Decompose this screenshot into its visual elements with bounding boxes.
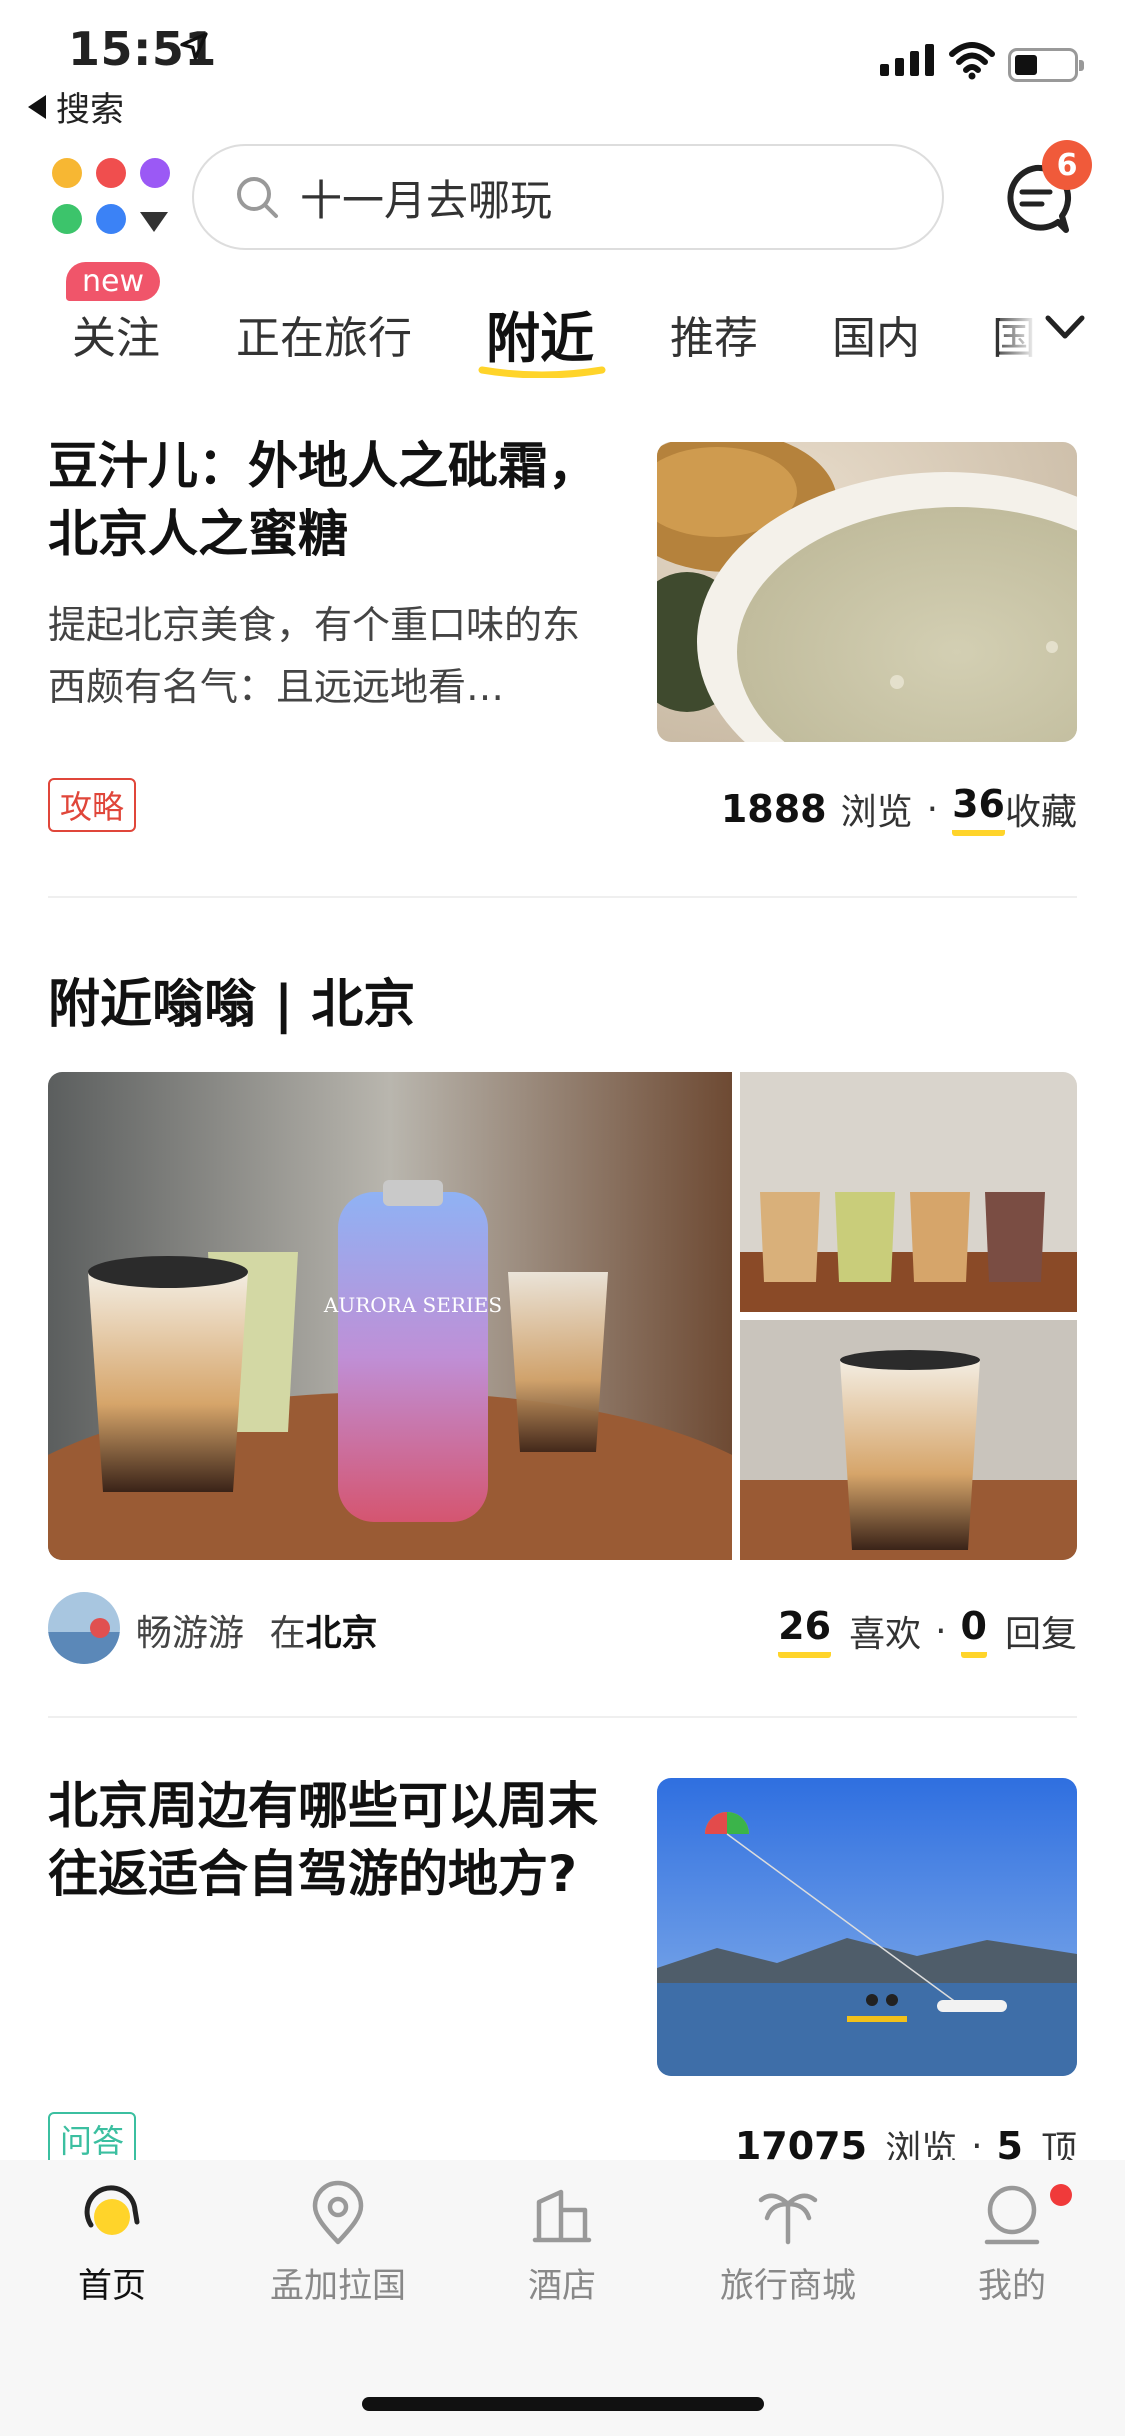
search-input[interactable]: 十一月去哪玩: [192, 144, 944, 250]
home-icon: [84, 2185, 140, 2235]
wifi-icon: [949, 42, 995, 80]
profile-icon: [984, 2185, 1040, 2245]
nav-shop[interactable]: 旅行商城: [688, 2180, 888, 2307]
back-arrow-icon: [28, 94, 46, 119]
apps-menu-button[interactable]: [52, 158, 172, 238]
views-label: 浏览: [840, 792, 913, 833]
likes-count[interactable]: 26: [778, 1604, 832, 1658]
post-stats: 26 喜欢 · 0 回复: [778, 1604, 1077, 1658]
app-dot: [140, 158, 170, 188]
notification-dot: [1050, 2184, 1072, 2206]
guide-tag: 攻略: [48, 778, 137, 832]
separator: ·: [935, 1610, 947, 1652]
nav-label: 首页: [78, 2266, 146, 2306]
app-dot: [52, 204, 82, 234]
nav-profile[interactable]: 我的: [912, 2180, 1112, 2307]
nav-destination[interactable]: 孟加拉国: [238, 2180, 438, 2307]
palm-tree-icon: [758, 2193, 818, 2245]
in-label: 在: [269, 1613, 306, 1654]
app-dot: [96, 204, 126, 234]
author-avatar[interactable]: [48, 1592, 120, 1664]
article-stats: 1888 浏览 · 36 收藏: [721, 782, 1077, 836]
favorites-label: 收藏: [1004, 792, 1077, 833]
nav-label: 酒店: [528, 2266, 596, 2306]
replies-label: 回复: [1004, 1614, 1077, 1655]
likes-label: 喜欢: [849, 1614, 922, 1655]
back-to-search[interactable]: 搜索: [28, 82, 124, 131]
author-city[interactable]: 北京: [305, 1613, 377, 1654]
bubble-tea-main-photo[interactable]: AURORA SERIES: [48, 1072, 732, 1560]
tab-domestic[interactable]: 国内: [832, 302, 920, 366]
divider: [48, 896, 1077, 898]
parasailing-lake-image[interactable]: [657, 1778, 1077, 2076]
home-indicator[interactable]: [362, 2397, 764, 2411]
new-badge: new: [66, 262, 161, 301]
douzhi-soup-image[interactable]: [657, 442, 1077, 742]
cellular-signal-icon: [880, 44, 934, 76]
nav-home[interactable]: 首页: [12, 2180, 212, 2307]
dropdown-triangle-icon: [140, 212, 168, 232]
author-name[interactable]: 畅游游: [136, 1613, 244, 1654]
views-count: 1888: [720, 787, 827, 831]
app-dot: [52, 158, 82, 188]
nav-hotel[interactable]: 酒店: [462, 2180, 662, 2307]
separator: ·: [926, 788, 939, 830]
bottle-label: AURORA SERIES: [323, 1293, 502, 1317]
nav-label: 孟加拉国: [270, 2266, 406, 2306]
author-line: 畅游游 在北京: [136, 1604, 378, 1656]
nav-label: 我的: [978, 2266, 1046, 2306]
divider: [48, 1716, 1077, 1718]
search-placeholder: 十一月去哪玩: [300, 175, 553, 225]
location-icon: [312, 2180, 364, 2245]
battery-icon: [1008, 48, 1084, 82]
bubble-tea-row-photo[interactable]: [740, 1072, 1077, 1312]
nearby-section-title[interactable]: 附近嗡嗡 | 北京: [48, 962, 415, 1037]
app-dot: [96, 158, 126, 188]
location-arrow-icon: [180, 32, 208, 60]
replies-count[interactable]: 0: [960, 1604, 987, 1658]
article-title[interactable]: 豆汁儿：外地人之砒霜，北京人之蜜糖: [48, 432, 608, 568]
bubble-tea-cup-photo[interactable]: [740, 1320, 1077, 1560]
nav-label: 旅行商城: [720, 2266, 856, 2306]
chevron-down-icon[interactable]: [1040, 308, 1090, 348]
tab-following[interactable]: 关注: [72, 302, 160, 366]
favorites-count[interactable]: 36: [952, 782, 1005, 836]
back-label: 搜索: [56, 90, 124, 130]
tab-traveling[interactable]: 正在旅行: [236, 302, 412, 366]
tab-nearby[interactable]: 附近: [486, 294, 594, 373]
article-description: 提起北京美食，有个重口味的东西颇有名气：且远远地看…: [48, 603, 581, 709]
hotel-icon: [532, 2189, 592, 2243]
search-icon: [237, 177, 278, 218]
active-tab-indicator: [478, 366, 606, 378]
tab-recommended[interactable]: 推荐: [670, 302, 758, 366]
qa-tag: 问答: [48, 2112, 137, 2166]
message-count-badge: 6: [1042, 140, 1092, 190]
question-title[interactable]: 北京周边有哪些可以周末往返适合自驾游的地方?: [48, 1772, 608, 1908]
